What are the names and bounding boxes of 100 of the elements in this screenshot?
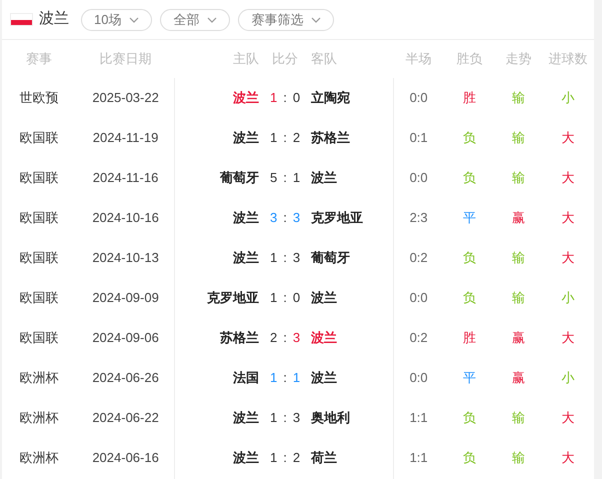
column-header: 走势 (505, 51, 532, 66)
away-team: 葡萄牙 (310, 250, 350, 266)
home-team: 波兰 (233, 90, 260, 106)
table-cell: 1:1 (410, 450, 428, 466)
score: 3 (292, 209, 300, 228)
table-cell: 0:0 (410, 290, 428, 306)
table-cell: 欧国联 (19, 170, 58, 186)
table-cell: 1:1 (410, 410, 428, 426)
table-cell: 2024-06-26 (92, 370, 159, 386)
table-cell: 负 (462, 130, 476, 146)
table-cell: 0:0 (410, 370, 428, 386)
table-cell: 负 (462, 410, 476, 426)
table-cell: 2024-10-16 (92, 210, 159, 226)
home-team: 波兰 (233, 130, 260, 146)
home-team: 波兰 (233, 250, 260, 266)
score: 1 (270, 409, 278, 428)
table-cell: 0:2 (410, 250, 428, 266)
home-team: 克罗地亚 (207, 290, 260, 306)
table-cell: 大 (562, 330, 575, 346)
table-cell: 欧国联 (19, 130, 58, 146)
score-separator: : (283, 89, 287, 108)
home-team: 波兰 (233, 450, 260, 466)
table-cell: 胜 (462, 90, 476, 106)
score: 1 (270, 249, 278, 268)
score: 1 (270, 89, 278, 108)
column-header: 进球数 (548, 51, 588, 66)
home-team: 波兰 (233, 210, 260, 226)
chevron-down-icon (129, 16, 140, 22)
filter-dropdown[interactable]: 赛事筛选 (238, 8, 334, 30)
score: 3 (270, 209, 278, 228)
table-cell: 大 (562, 130, 575, 146)
chevron-down-icon (207, 16, 218, 22)
table-cell: 输 (512, 410, 525, 426)
score: 1 (270, 129, 278, 148)
score: 2 (292, 449, 300, 468)
table-cell: 输 (512, 250, 525, 266)
score: 5 (270, 169, 278, 188)
away-team: 波兰 (310, 290, 337, 306)
table-cell: 大 (562, 210, 575, 226)
chevron-down-icon (311, 16, 322, 22)
table-cell: 输 (512, 170, 525, 186)
table-cell: 2025-03-22 (92, 90, 159, 106)
table-cell: 小 (562, 290, 575, 306)
column-header: 比分 (272, 51, 298, 66)
score: 2 (270, 329, 278, 348)
away-team: 波兰 (310, 330, 337, 346)
table-cell: 输 (512, 290, 525, 306)
table-cell: 2024-06-22 (92, 410, 159, 426)
score: 0 (292, 89, 300, 108)
column-header: 胜负 (456, 51, 482, 66)
table-cell: 0:0 (410, 170, 428, 186)
score: 1 (292, 169, 300, 188)
table-cell: 欧国联 (19, 330, 58, 346)
column-header: 主队 (233, 51, 260, 66)
table-cell: 小 (562, 90, 575, 106)
table-cell: 平 (462, 370, 476, 386)
away-team: 荷兰 (310, 450, 337, 466)
table-cell: 平 (462, 210, 476, 226)
away-team: 奥地利 (310, 410, 350, 426)
table-cell: 2024-09-06 (92, 330, 159, 346)
away-team: 波兰 (310, 170, 337, 186)
score: 3 (292, 409, 300, 428)
table-cell: 输 (512, 450, 525, 466)
table-cell: 2024-10-13 (92, 250, 159, 266)
table-cell: 大 (562, 410, 575, 426)
table-cell: 胜 (462, 330, 476, 346)
home-team: 波兰 (233, 410, 260, 426)
table-cell: 大 (562, 450, 575, 466)
table-cell: 赢 (512, 210, 525, 226)
filter-dropdown[interactable]: 10场 (81, 8, 152, 30)
score-separator: : (283, 209, 287, 228)
score-separator: : (283, 249, 287, 268)
table-cell: 小 (562, 370, 575, 386)
table-cell: 欧洲杯 (19, 410, 58, 426)
score-separator: : (283, 289, 287, 308)
home-team: 葡萄牙 (220, 170, 260, 186)
away-team: 立陶宛 (310, 90, 350, 106)
away-team: 克罗地亚 (310, 210, 363, 226)
score-separator: : (283, 449, 287, 468)
score-separator: : (283, 369, 287, 388)
score: 1 (270, 369, 278, 388)
table-cell: 2024-06-16 (92, 450, 159, 466)
column-header: 比赛日期 (100, 51, 152, 66)
score-separator: : (283, 169, 287, 188)
table-cell: 欧国联 (19, 250, 58, 266)
team-name: 波兰 (39, 9, 69, 30)
filter-dropdown[interactable]: 全部 (160, 8, 230, 30)
flag-icon (10, 13, 33, 26)
home-team: 苏格兰 (220, 330, 260, 346)
table-cell: 2024-11-19 (92, 130, 158, 146)
score: 1 (270, 289, 278, 308)
score-separator: : (283, 329, 287, 348)
score: 2 (292, 129, 300, 148)
table-cell: 大 (562, 170, 575, 186)
table-cell: 2024-09-09 (92, 290, 159, 306)
score: 3 (292, 329, 300, 348)
table-cell: 欧国联 (19, 210, 58, 226)
away-team: 苏格兰 (310, 130, 350, 146)
table-cell: 2:3 (410, 210, 428, 226)
table-cell: 欧洲杯 (19, 450, 58, 466)
